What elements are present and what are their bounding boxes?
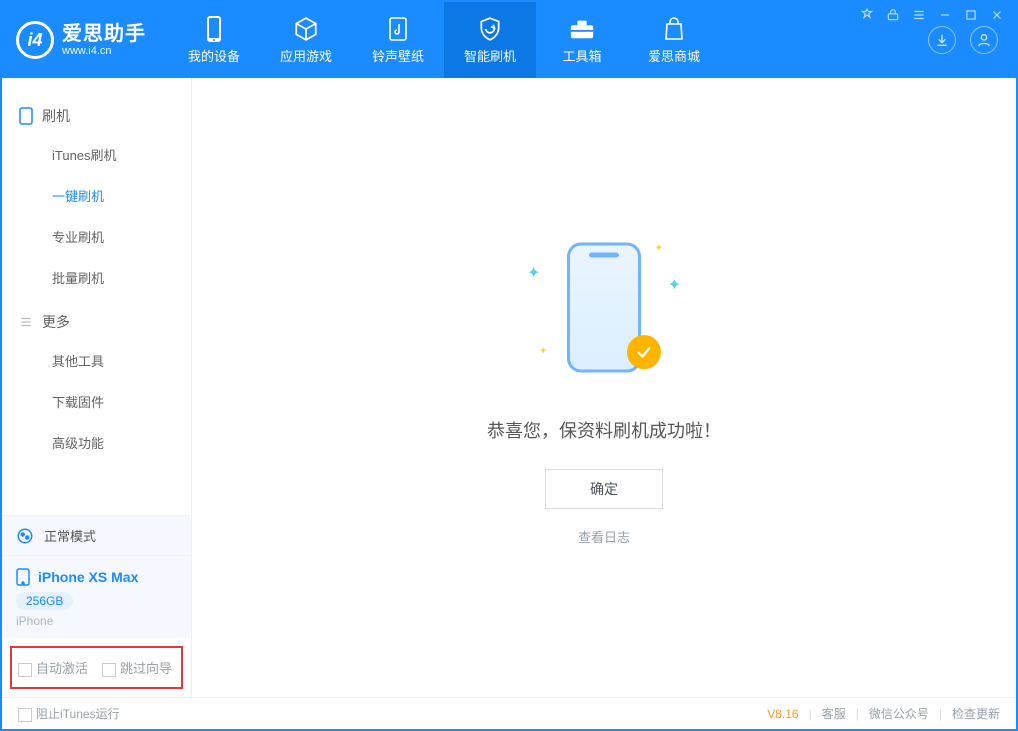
nav-store[interactable]: 爱思商城 (628, 2, 720, 78)
minimize-icon[interactable] (938, 8, 952, 22)
checkbox-icon (18, 708, 32, 722)
sidebar-group-header[interactable]: 刷机 (2, 98, 191, 134)
ok-button[interactable]: 确定 (545, 469, 663, 509)
wechat-link[interactable]: 微信公众号 (869, 705, 929, 722)
main-nav: 我的设备 应用游戏 铃声壁纸 智能刷机 工具箱 (168, 2, 720, 78)
device-capacity: 256GB (16, 592, 73, 610)
app-url: www.i4.cn (62, 45, 146, 57)
checkbox-icon (102, 663, 116, 677)
sparkle-icon: ✦ (668, 275, 681, 295)
success-headline: 恭喜您，保资料刷机成功啦！ (487, 417, 721, 443)
nav-label: 智能刷机 (464, 46, 516, 65)
sparkle-icon: ✦ (655, 243, 663, 254)
sidebar-bottom: 正常模式 iPhone XS Max 256GB iPhone 自动激活 跳过向… (2, 515, 191, 697)
sidebar-item-other-tools[interactable]: 其他工具 (2, 340, 191, 381)
app-logo: i4 爱思助手 www.i4.cn (16, 21, 146, 59)
view-log-link[interactable]: 查看日志 (487, 527, 721, 546)
sidebar-item-pro-flash[interactable]: 专业刷机 (2, 216, 191, 257)
sidebar-item-itunes-flash[interactable]: iTunes刷机 (2, 134, 191, 175)
header-right (928, 26, 1016, 54)
nav-label: 工具箱 (562, 46, 601, 65)
block-itunes-checkbox[interactable]: 阻止iTunes运行 (18, 705, 120, 722)
nav-label: 爱思商城 (648, 46, 700, 65)
block-itunes-label: 阻止iTunes运行 (36, 707, 120, 721)
sidebar-group-more: 更多 其他工具 下载固件 高级功能 (2, 298, 191, 463)
downloads-button[interactable] (928, 26, 956, 54)
nav-label: 我的设备 (188, 46, 240, 65)
bag-icon (661, 16, 687, 42)
checkbox-icon (18, 663, 32, 677)
nav-smart-flash[interactable]: 智能刷机 (444, 2, 536, 78)
mode-label: 正常模式 (44, 526, 96, 545)
device-type: iPhone (16, 614, 177, 628)
sidebar-item-batch-flash[interactable]: 批量刷机 (2, 257, 191, 298)
nav-label: 铃声壁纸 (372, 46, 424, 65)
toolbox-icon (569, 16, 595, 42)
device-icon (18, 108, 34, 124)
sidebar-item-oneclick-flash[interactable]: 一键刷机 (2, 175, 191, 216)
window-controls-row (860, 8, 1004, 22)
auto-activate-label: 自动激活 (36, 661, 88, 676)
device-box[interactable]: iPhone XS Max 256GB iPhone (2, 556, 191, 638)
separator: | (809, 707, 812, 721)
status-bar: 阻止iTunes运行 V8.16 | 客服 | 微信公众号 | 检查更新 (2, 697, 1016, 729)
separator: | (856, 707, 859, 721)
account-button[interactable] (970, 26, 998, 54)
mode-box[interactable]: 正常模式 (2, 515, 191, 556)
sidebar-item-download-firmware[interactable]: 下载固件 (2, 381, 191, 422)
main-content: ✦ ✦ ✦ ✦ 恭喜您，保资料刷机成功啦！ 确定 查看日志 (192, 78, 1016, 697)
maximize-icon[interactable] (964, 8, 978, 22)
sparkle-icon: ✦ (527, 263, 540, 283)
phone-icon (201, 16, 227, 42)
sparkle-icon: ✦ (539, 346, 547, 357)
nav-label: 应用游戏 (280, 46, 332, 65)
success-illustration: ✦ ✦ ✦ ✦ (519, 229, 689, 399)
bottom-options-highlight: 自动激活 跳过向导 (10, 646, 183, 689)
app-name: 爱思助手 (62, 23, 146, 45)
shield-refresh-icon (477, 16, 503, 42)
mode-icon (16, 527, 34, 545)
version-label: V8.16 (767, 707, 798, 721)
separator: | (939, 707, 942, 721)
nav-toolbox[interactable]: 工具箱 (536, 2, 628, 78)
list-icon (18, 314, 34, 330)
logo-icon: i4 (16, 21, 54, 59)
app-body: 刷机 iTunes刷机 一键刷机 专业刷机 批量刷机 更多 其他工具 下载固件 … (2, 78, 1016, 697)
sidebar-group-flash: 刷机 iTunes刷机 一键刷机 专业刷机 批量刷机 (2, 92, 191, 298)
support-link[interactable]: 客服 (822, 705, 846, 722)
nav-my-device[interactable]: 我的设备 (168, 2, 260, 78)
success-badge-icon (627, 335, 661, 369)
nav-ringtones-wallpapers[interactable]: 铃声壁纸 (352, 2, 444, 78)
sidebar-item-advanced[interactable]: 高级功能 (2, 422, 191, 463)
sidebar-group-title: 更多 (42, 312, 70, 332)
sidebar: 刷机 iTunes刷机 一键刷机 专业刷机 批量刷机 更多 其他工具 下载固件 … (2, 78, 192, 697)
music-file-icon (385, 16, 411, 42)
check-update-link[interactable]: 检查更新 (952, 705, 1000, 722)
menu-icon[interactable] (912, 8, 926, 22)
sidebar-group-header[interactable]: 更多 (2, 304, 191, 340)
auto-activate-checkbox[interactable]: 自动激活 (18, 658, 88, 677)
sidebar-group-title: 刷机 (42, 106, 70, 126)
cube-icon (293, 16, 319, 42)
theme-icon[interactable] (860, 8, 874, 22)
skip-guide-label: 跳过向导 (120, 661, 172, 676)
skip-guide-checkbox[interactable]: 跳过向导 (102, 658, 172, 677)
close-icon[interactable] (990, 8, 1004, 22)
phone-icon (16, 568, 30, 586)
lock-icon[interactable] (886, 8, 900, 22)
device-name: iPhone XS Max (38, 569, 138, 585)
nav-apps-games[interactable]: 应用游戏 (260, 2, 352, 78)
